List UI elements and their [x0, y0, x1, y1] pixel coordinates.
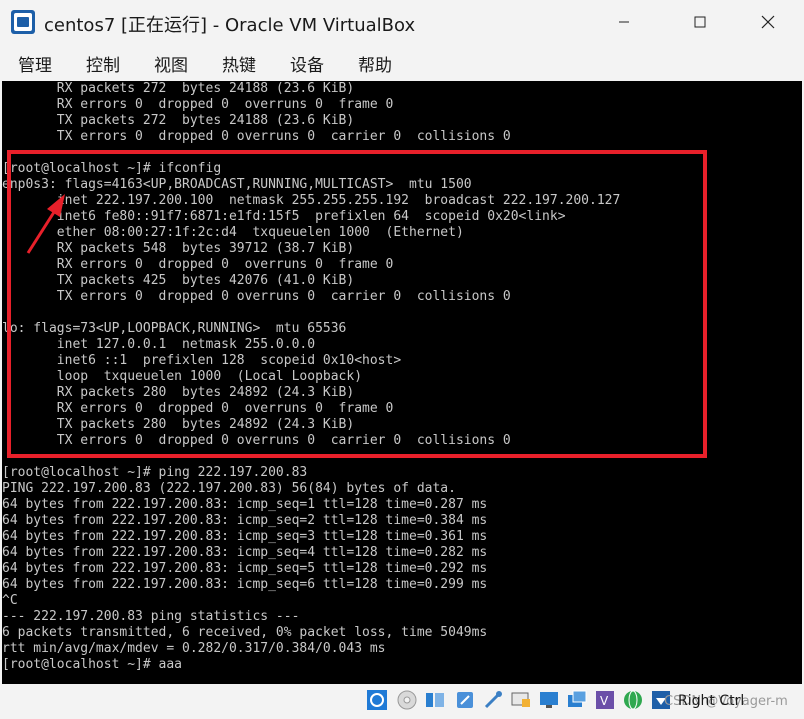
menu-devices[interactable]: 设备 — [290, 51, 324, 76]
terminal-line: 64 bytes from 222.197.200.83: icmp_seq=6… — [2, 577, 488, 592]
terminal-line: PING 222.197.200.83 (222.197.200.83) 56(… — [2, 481, 456, 496]
minimize-icon — [619, 21, 629, 23]
menu-hotkeys[interactable]: 热键 — [222, 51, 256, 76]
terminal-line: rtt min/avg/max/mdev = 0.282/0.317/0.384… — [2, 641, 386, 656]
network-adapter-icon[interactable] — [538, 689, 560, 711]
menu-manage[interactable]: 管理 — [18, 51, 52, 76]
mouse-integration-icon[interactable]: V — [594, 689, 616, 711]
close-icon — [761, 15, 775, 29]
terminal-line: 64 bytes from 222.197.200.83: icmp_seq=4… — [2, 545, 488, 560]
menu-view[interactable]: 视图 — [154, 51, 188, 76]
annotation-arrow-icon — [26, 194, 65, 254]
maximize-icon — [694, 16, 706, 28]
virtualbox-logo-icon — [11, 10, 35, 34]
terminal-line: 64 bytes from 222.197.200.83: icmp_seq=5… — [2, 561, 488, 576]
terminal-line: [root@localhost ~]# ping 222.197.200.83 — [2, 465, 308, 480]
terminal-line: 6 packets transmitted, 6 received, 0% pa… — [2, 625, 488, 640]
svg-text:V: V — [600, 694, 609, 708]
globe-icon[interactable] — [622, 689, 644, 711]
terminal-line: 64 bytes from 222.197.200.83: icmp_seq=3… — [2, 529, 488, 544]
title-bar: centos7 [正在运行] - Oracle VM VirtualBox — [0, 0, 804, 44]
menu-bar: 管理 控制 视图 热键 设备 帮助 — [0, 44, 804, 81]
host-key-label: Right Ctrl — [678, 693, 745, 709]
cd-icon[interactable] — [366, 689, 388, 711]
close-button[interactable] — [748, 6, 788, 38]
status-bar: V CSDN @Voyager-m Right Ctrl — [0, 684, 804, 719]
terminal-line: 64 bytes from 222.197.200.83: icmp_seq=1… — [2, 497, 488, 512]
minimize-button[interactable] — [604, 6, 644, 38]
usb-icon[interactable] — [454, 689, 476, 711]
maximize-button[interactable] — [680, 6, 720, 38]
terminal-line: 64 bytes from 222.197.200.83: icmp_seq=2… — [2, 513, 488, 528]
capture-icon[interactable] — [566, 689, 588, 711]
menu-control[interactable]: 控制 — [86, 51, 120, 76]
terminal-line: --- 222.197.200.83 ping statistics --- — [2, 609, 300, 624]
vm-console[interactable]: [root@localhost ~]# aaa rtt min/avg/max/m… — [2, 81, 802, 684]
virtualbox-window: centos7 [正在运行] - Oracle VM VirtualBox 管理… — [0, 0, 804, 719]
shared-folder-icon[interactable] — [482, 689, 504, 711]
terminal-line: [root@localhost ~]# aaa — [2, 657, 183, 672]
display-icon[interactable] — [510, 689, 532, 711]
menu-help[interactable]: 帮助 — [358, 51, 392, 76]
terminal-line: ^C — [2, 593, 18, 608]
disk-icon[interactable] — [396, 689, 418, 711]
window-title: centos7 [正在运行] - Oracle VM VirtualBox — [44, 15, 416, 36]
network-icon[interactable] — [424, 689, 446, 711]
